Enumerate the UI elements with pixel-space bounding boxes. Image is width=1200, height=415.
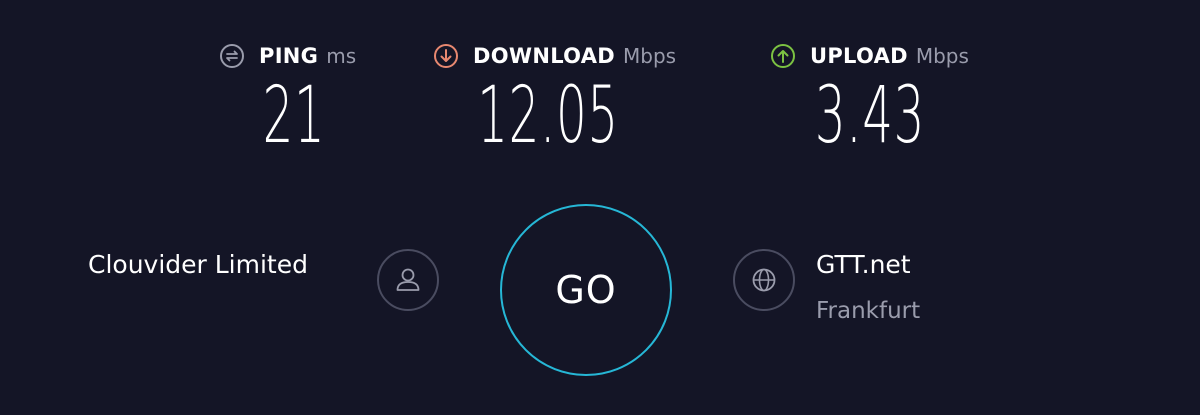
download-header: DOWNLOAD Mbps (433, 40, 676, 72)
globe-icon[interactable] (733, 249, 795, 311)
download-metric: DOWNLOAD Mbps 12.05 (433, 40, 676, 156)
isp-name[interactable]: Clouvider Limited (88, 250, 358, 279)
server-location[interactable]: Frankfurt (816, 298, 920, 324)
download-arrow-icon (433, 43, 459, 69)
ping-header: PING ms (219, 40, 356, 72)
server-name[interactable]: GTT.net (816, 250, 911, 279)
ping-unit: ms (326, 44, 357, 68)
upload-header: UPLOAD Mbps (770, 40, 969, 72)
download-value: 12.05 (477, 71, 619, 161)
ping-label: PING (259, 44, 319, 68)
download-unit: Mbps (623, 44, 677, 68)
upload-metric: UPLOAD Mbps 3.43 (770, 40, 969, 156)
upload-value: 3.43 (814, 71, 926, 161)
download-label: DOWNLOAD (473, 44, 616, 68)
go-label: GO (555, 268, 617, 312)
ping-value: 21 (262, 71, 326, 161)
user-icon[interactable] (377, 249, 439, 311)
ping-metric: PING ms 21 (219, 40, 356, 156)
ping-icon (219, 43, 245, 69)
go-button[interactable]: GO (500, 204, 672, 376)
upload-arrow-icon (770, 43, 796, 69)
speedtest-panel: PING ms 21 DOWNLOAD Mbps 12.05 UPLOAD Mb… (0, 0, 1200, 415)
upload-unit: Mbps (915, 44, 969, 68)
upload-label: UPLOAD (810, 44, 908, 68)
